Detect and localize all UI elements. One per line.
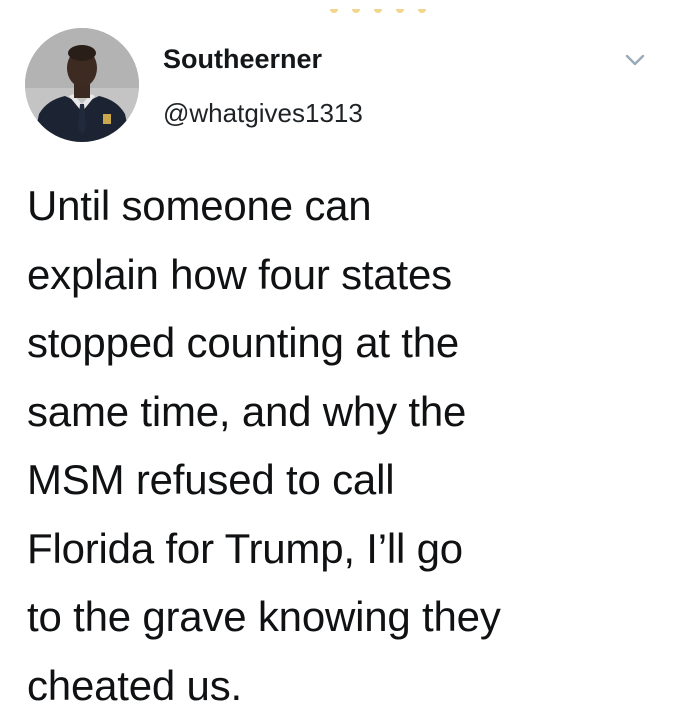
tweet-text-line: Until someone can (27, 172, 667, 241)
top-decoration (330, 0, 460, 6)
chevron-down-icon[interactable] (624, 52, 646, 68)
tweet-text-line: to the grave knowing they (27, 583, 667, 652)
avatar[interactable] (25, 28, 139, 142)
display-name[interactable]: Southeerner (163, 42, 322, 76)
tweet-text-line: explain how four states (27, 241, 667, 310)
tweet-text-line: cheated us. (27, 652, 667, 720)
tweet-card: Southeerner @whatgives1313 Until someone… (0, 0, 675, 716)
tweet-text-line: same time, and why the (27, 378, 667, 447)
tweet-text-line: MSM refused to call (27, 446, 667, 515)
tweet-text: Until someone can explain how four state… (27, 172, 667, 720)
tweet-text-line: Florida for Trump, I’ll go (27, 515, 667, 584)
tweet-text-line: stopped counting at the (27, 309, 667, 378)
user-handle[interactable]: @whatgives1313 (163, 97, 363, 129)
